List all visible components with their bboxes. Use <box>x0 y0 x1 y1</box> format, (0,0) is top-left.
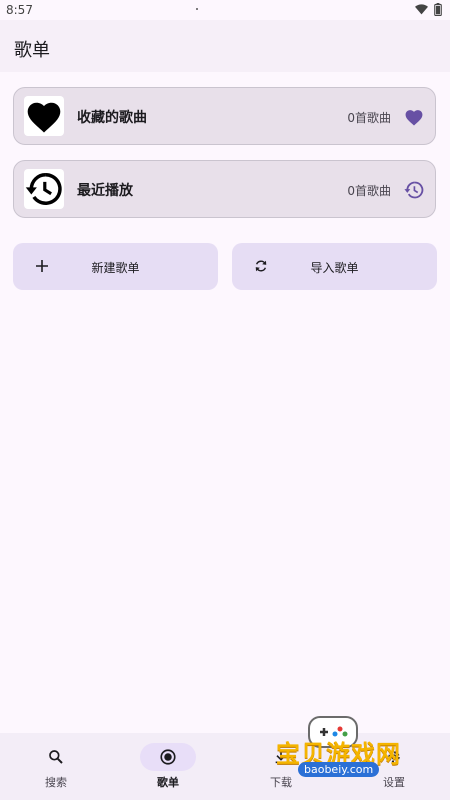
import-playlist-button[interactable]: 导入歌单 <box>232 243 437 290</box>
nav-item-playlists[interactable]: 歌单 <box>112 733 224 800</box>
battery-icon <box>434 3 442 16</box>
status-time: 8:57 <box>6 3 33 17</box>
page-title: 歌单 <box>14 40 50 61</box>
watermark-url: baobeiy.com <box>298 762 380 777</box>
nav-label-playlists: 歌单 <box>157 776 179 789</box>
import-playlist-label: 导入歌单 <box>310 261 359 275</box>
recent-playlist-card[interactable]: 最近播放 0首歌曲 <box>13 160 436 218</box>
history-icon <box>403 179 425 201</box>
favorites-thumbnail <box>24 96 64 136</box>
card-title: 最近播放 <box>77 183 133 199</box>
heart-icon <box>27 102 61 133</box>
app-bar: 歌单 <box>0 20 450 72</box>
history-icon <box>25 173 62 205</box>
card-title: 收藏的歌曲 <box>77 110 147 126</box>
watermark-logo: 宝贝游戏网 baobeiy.com <box>268 708 428 788</box>
heart-icon <box>403 106 425 128</box>
nav-item-search[interactable]: 搜索 <box>0 733 112 800</box>
recent-thumbnail <box>24 169 64 209</box>
search-icon <box>28 743 84 771</box>
nav-label-search: 搜索 <box>45 776 67 789</box>
wifi-icon <box>415 4 428 15</box>
status-icons <box>415 3 442 16</box>
card-song-count: 0首歌曲 <box>347 184 391 198</box>
card-song-count: 0首歌曲 <box>347 111 391 125</box>
favorites-playlist-card[interactable]: 收藏的歌曲 0首歌曲 <box>13 87 436 145</box>
status-bar: 8:57 <box>0 0 450 20</box>
radio-button-icon <box>140 743 196 771</box>
new-playlist-label: 新建歌单 <box>91 261 140 275</box>
new-playlist-button[interactable]: 新建歌单 <box>13 243 218 290</box>
status-dot <box>196 8 198 10</box>
